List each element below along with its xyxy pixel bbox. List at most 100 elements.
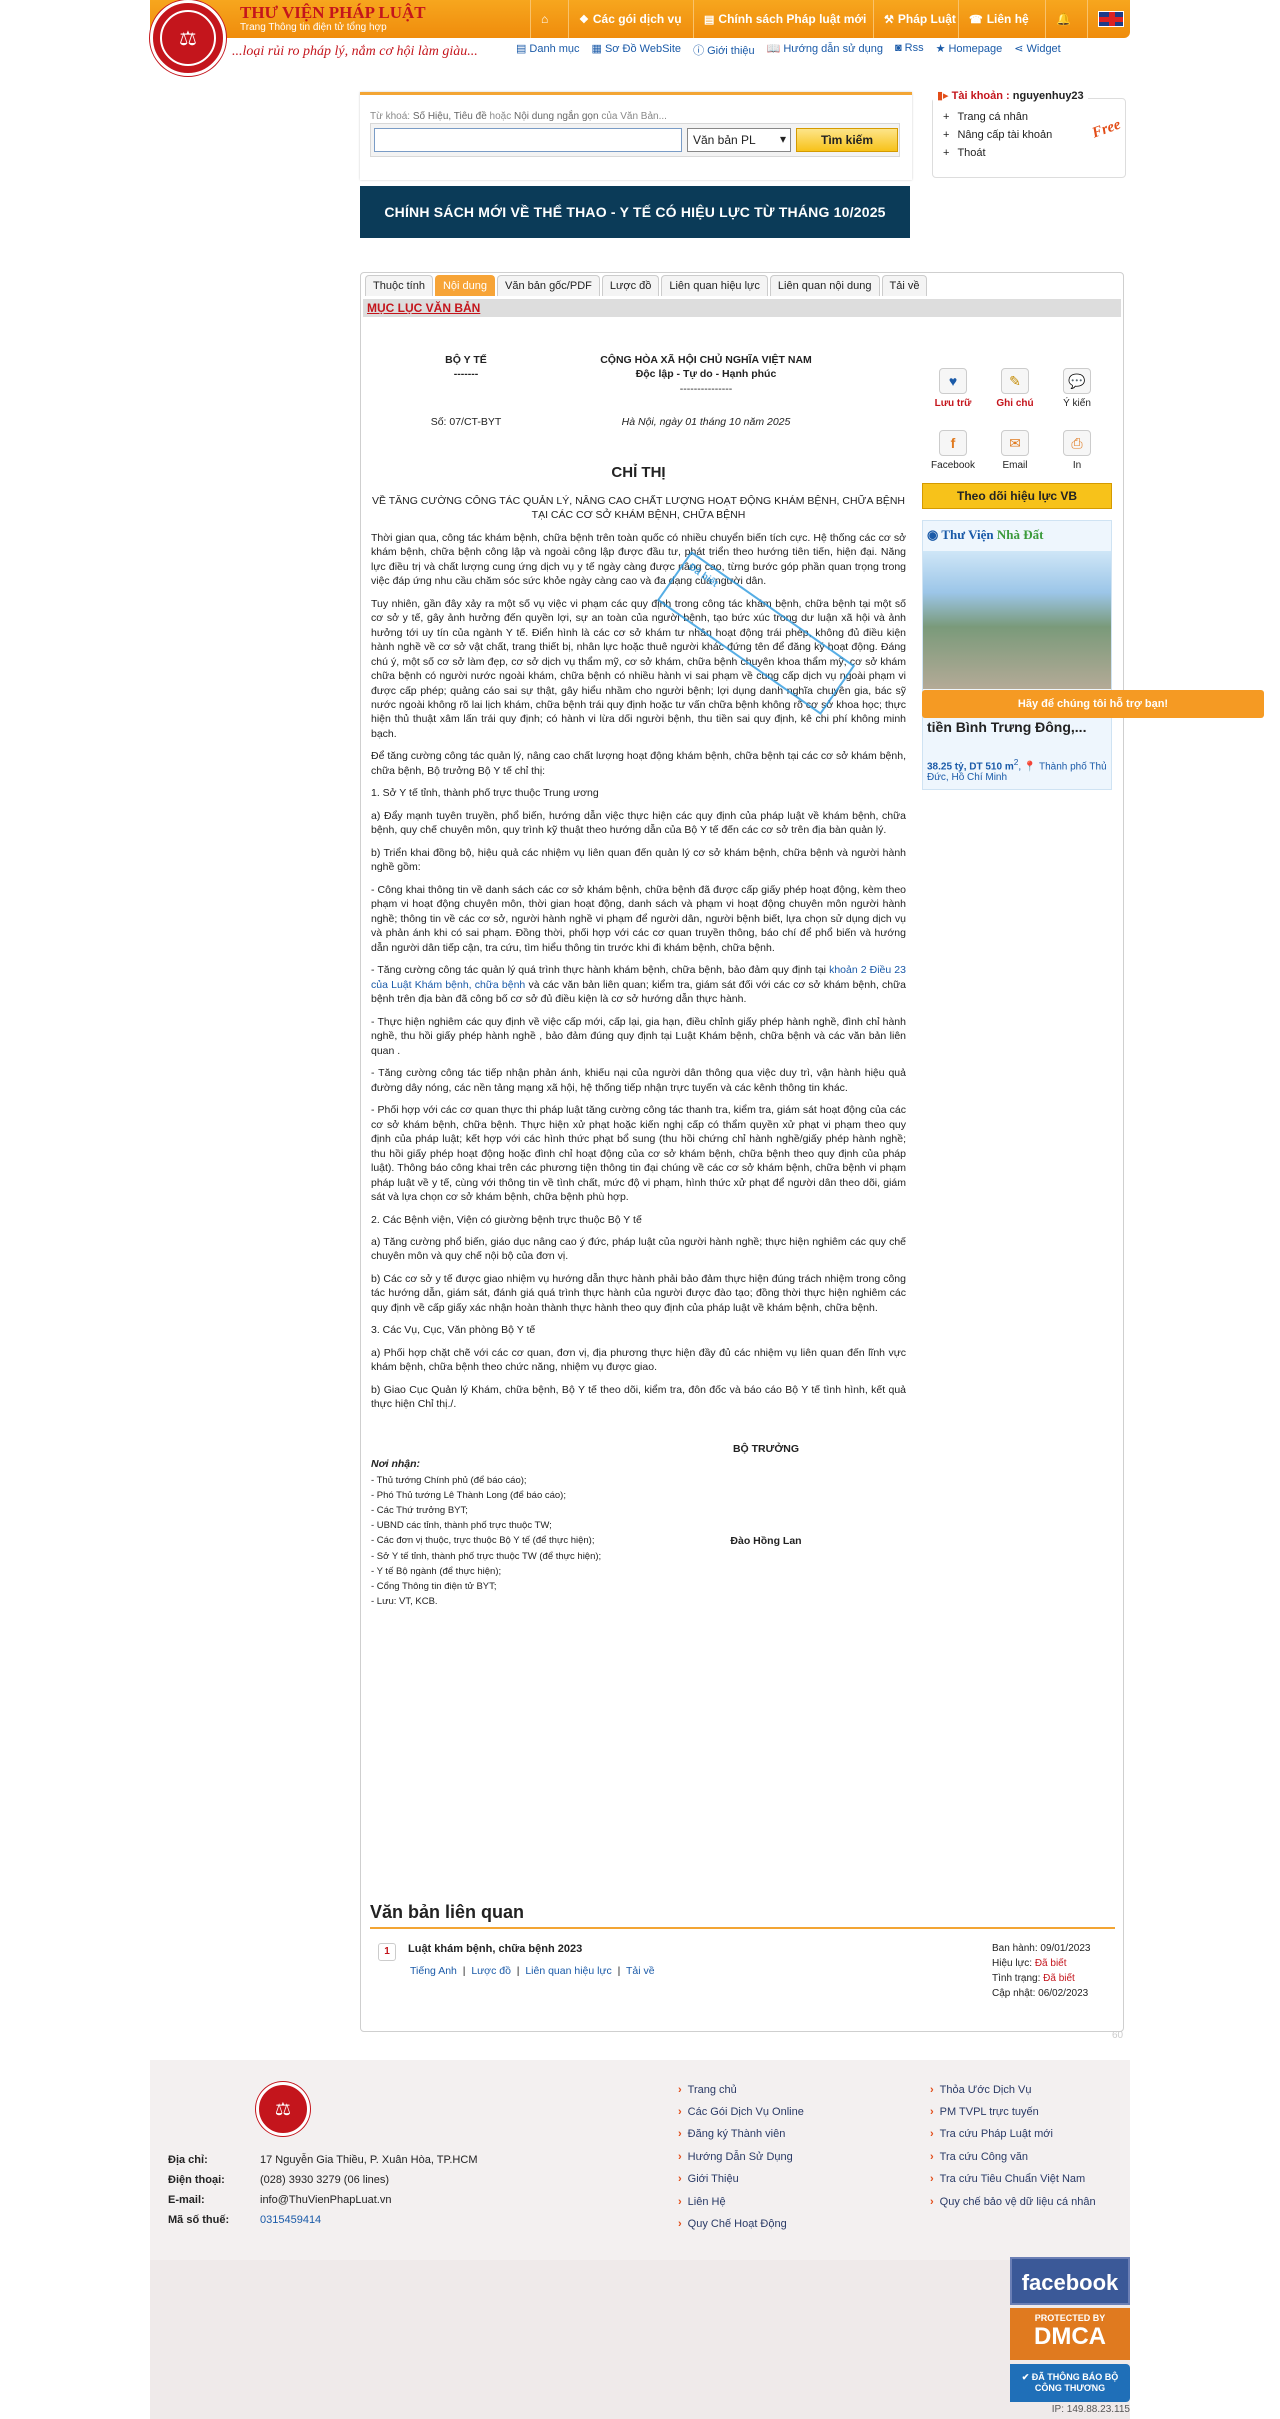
- footer-link[interactable]: Trang chủ: [678, 2084, 737, 2096]
- account-profile-link[interactable]: Trang cá nhân: [943, 111, 1052, 123]
- footer-link[interactable]: Các Gói Dịch Vụ Online: [678, 2106, 804, 2118]
- tab-download[interactable]: Tải về: [881, 275, 928, 296]
- search-panel: Từ khoá: Số Hiệu, Tiêu đề hoặc Nội dung …: [360, 92, 912, 180]
- footer-link[interactable]: PM TVPL trực tuyến: [930, 2106, 1039, 2118]
- paragraph: b) Các cơ sở y tế được giao nhiệm vụ hướ…: [371, 1272, 906, 1314]
- paragraph: - Tăng cường công tác quản lý quá trình …: [371, 964, 906, 1006]
- site-header: ⚖ THƯ VIỆN PHÁP LUẬT Trang Thông tin điệ…: [150, 0, 1130, 76]
- paragraph: - Tăng cường công tác tiếp nhận phản ánh…: [371, 1067, 906, 1094]
- subnav-rss[interactable]: ◙ Rss: [895, 42, 924, 58]
- dmca-badge[interactable]: PROTECTED BY DMCA: [1010, 2308, 1130, 2360]
- site-title[interactable]: THƯ VIỆN PHÁP LUẬT: [240, 3, 426, 23]
- facebook-share-button[interactable]: f Facebook: [922, 430, 984, 471]
- comment-button[interactable]: 💬 Ý kiến: [1046, 368, 1108, 409]
- footer-link[interactable]: Hướng Dẫn Sử Dụng: [678, 2151, 793, 2163]
- related-documents: Văn bản liên quan 1 Luật khám bệnh, chữa…: [370, 1902, 1115, 2011]
- property-photo[interactable]: [923, 551, 1111, 689]
- subnav-widget[interactable]: ⋖ Widget: [1014, 42, 1060, 58]
- subnav-guide[interactable]: 📖 Hướng dẫn sử dụng: [767, 42, 883, 58]
- footer-link[interactable]: Tra cứu Pháp Luật mới: [930, 2128, 1053, 2140]
- heart-icon: ♥: [939, 368, 967, 394]
- subnav-catalog[interactable]: ▤ Danh mục: [516, 42, 580, 58]
- subnav-sitemap[interactable]: ▦ Sơ Đồ WebSite: [592, 42, 682, 58]
- home-button[interactable]: ⌂: [530, 0, 558, 38]
- footer-address: Địa chỉ: 17 Nguyễn Gia Thiều, P. Xuân Hòa…: [168, 2154, 478, 2166]
- location-pin-icon: 📍: [1023, 761, 1037, 773]
- related-doc-link[interactable]: Luật khám bệnh, chữa bệnh 2023: [408, 1943, 582, 1955]
- download-link[interactable]: Tải về: [626, 1965, 655, 1977]
- subnav-homepage[interactable]: ★ Homepage: [936, 42, 1003, 58]
- account-header: ▮▸ Tài khoản : nguyenhuy23: [933, 89, 1088, 102]
- footer-link[interactable]: Quy Chế Hoạt Động: [678, 2218, 787, 2230]
- recipients-list: Nơi nhận: - Thủ tướng Chính phủ (để báo …: [371, 1457, 602, 1608]
- paragraph: b) Giao Cục Quản lý Khám, chữa bệnh, Bộ …: [371, 1383, 906, 1411]
- site-subtitle: Trang Thông tin điện tử tổng hợp: [240, 22, 387, 33]
- note-button[interactable]: ✎ Ghi chú: [984, 368, 1046, 409]
- tab-content[interactable]: Nội dung: [434, 275, 496, 296]
- nav-law[interactable]: ⚒ Pháp Luật: [873, 0, 966, 38]
- notification-button[interactable]: 🔔: [1045, 0, 1081, 38]
- nav-contact[interactable]: ☎ Liên hệ: [958, 0, 1039, 38]
- nav-new-policies[interactable]: ▤ Chính sách Pháp luật mới: [693, 0, 876, 38]
- diagram-link[interactable]: Lược đồ: [471, 1965, 511, 1977]
- site-logo[interactable]: ⚖: [150, 0, 226, 76]
- ad-description: 38.25 tỷ, DT 510 m2, 📍 Thành phố Thủ Đức…: [927, 757, 1107, 784]
- policy-banner[interactable]: CHÍNH SÁCH MỚI VỀ THỂ THAO - Y TẾ CÓ HIỆ…: [360, 186, 910, 238]
- list-item: 1 Luật khám bệnh, chữa bệnh 2023 Tiếng A…: [370, 1941, 1115, 2011]
- info-icon: ⓘ: [693, 45, 705, 57]
- facebook-badge[interactable]: facebook: [1010, 2257, 1130, 2305]
- footer-tax: Mã số thuế: 0315459414: [168, 2214, 322, 2226]
- track-validity-button[interactable]: Theo dõi hiệu lực VB: [922, 483, 1112, 509]
- footer-link[interactable]: Quy chế bảo vệ dữ liệu cá nhân: [930, 2196, 1096, 2208]
- account-logout-link[interactable]: Thoát: [943, 147, 1052, 159]
- tab-diagram[interactable]: Lược đồ: [601, 275, 660, 296]
- client-ip: IP: 149.88.23.115: [1051, 2404, 1130, 2415]
- paragraph: 2. Các Bệnh viện, Viện có giường bệnh tr…: [371, 1213, 642, 1226]
- ministry-registration-badge[interactable]: ✔ ĐÃ THÔNG BÁO BỘ CÔNG THƯƠNG: [1010, 2364, 1130, 2402]
- footer-link[interactable]: Tra cứu Công văn: [930, 2151, 1028, 2163]
- document-body: BỘ Y TẾ ------- CỘNG HÒA XÃ HỘI CHỦ NGHĨA…: [371, 353, 906, 1612]
- nav-service-packages[interactable]: ❖ Các gói dịch vụ: [568, 0, 692, 38]
- save-button[interactable]: ♥ Lưu trữ: [922, 368, 984, 409]
- document-type-select[interactable]: Văn bản PL: [687, 128, 791, 152]
- search-button[interactable]: Tìm kiếm: [796, 128, 898, 152]
- english-link[interactable]: Tiếng Anh: [410, 1965, 457, 1977]
- tab-related-effect[interactable]: Liên quan hiệu lực: [661, 275, 768, 296]
- account-upgrade-link[interactable]: Nâng cấp tài khoản: [943, 129, 1052, 141]
- footer-email: E-mail: info@ThuVienPhapLuat.vn: [168, 2194, 392, 2206]
- related-effect-link[interactable]: Liên quan hiệu lực: [525, 1965, 611, 1977]
- subnav-about[interactable]: ⓘ Giới thiệu: [693, 42, 755, 58]
- home-icon: ⌂: [541, 12, 549, 26]
- account-box: ▮▸ Tài khoản : nguyenhuy23 Trang cá nhân…: [932, 89, 1126, 178]
- footer-logo: ⚖: [256, 2082, 310, 2136]
- footer-link[interactable]: Đăng ký Thành viên: [678, 2128, 786, 2140]
- document-icon: ▤: [704, 13, 715, 26]
- tab-related-content[interactable]: Liên quan nội dung: [769, 275, 880, 296]
- footer-link[interactable]: Liên Hệ: [678, 2196, 726, 2208]
- home-icon: ◉: [927, 527, 939, 542]
- document-date: Hà Nội, ngày 01 tháng 10 năm 2025: [621, 416, 791, 428]
- facebook-icon: f: [939, 430, 967, 456]
- print-button[interactable]: ⎙ In: [1046, 430, 1108, 471]
- tab-properties[interactable]: Thuộc tính: [365, 275, 433, 296]
- footer-link[interactable]: Tra cứu Tiêu Chuẩn Việt Nam: [930, 2173, 1086, 2185]
- gavel-icon: ⚒: [884, 13, 894, 26]
- footer-bottom: [150, 2260, 1130, 2419]
- tab-original-pdf[interactable]: Văn bản gốc/PDF: [497, 275, 600, 296]
- signer-title: BỘ TRƯỞNG: [732, 1442, 800, 1455]
- account-username[interactable]: nguyenhuy23: [1013, 90, 1084, 102]
- ad-title[interactable]: tiền Bình Trưng Đông,...: [927, 719, 1111, 735]
- search-input[interactable]: [374, 128, 682, 152]
- star-icon: ★: [935, 43, 946, 55]
- footer-link[interactable]: Thỏa Ước Dịch Vụ: [930, 2084, 1032, 2096]
- phone-icon: ☎: [969, 13, 983, 26]
- signer-name: Đào Hồng Lan: [730, 1534, 802, 1547]
- real-estate-ad[interactable]: ◉ Thư Viện Nhà Đất tiền Bình Trưng Đông,…: [922, 520, 1112, 790]
- support-chat-button[interactable]: Hãy để chúng tôi hỗ trợ bạn!: [922, 690, 1264, 718]
- footer-link[interactable]: Giới Thiệu: [678, 2173, 739, 2185]
- email-button[interactable]: ✉ Email: [984, 430, 1046, 471]
- language-button[interactable]: [1087, 0, 1134, 38]
- document-number: Số: 07/CT-BYT: [430, 416, 502, 428]
- table-of-contents-link[interactable]: MỤC LỤC VĂN BẢN: [363, 299, 1121, 317]
- site-slogan: ...loại rủi ro pháp lý, nắm cơ hội làm g…: [232, 44, 478, 59]
